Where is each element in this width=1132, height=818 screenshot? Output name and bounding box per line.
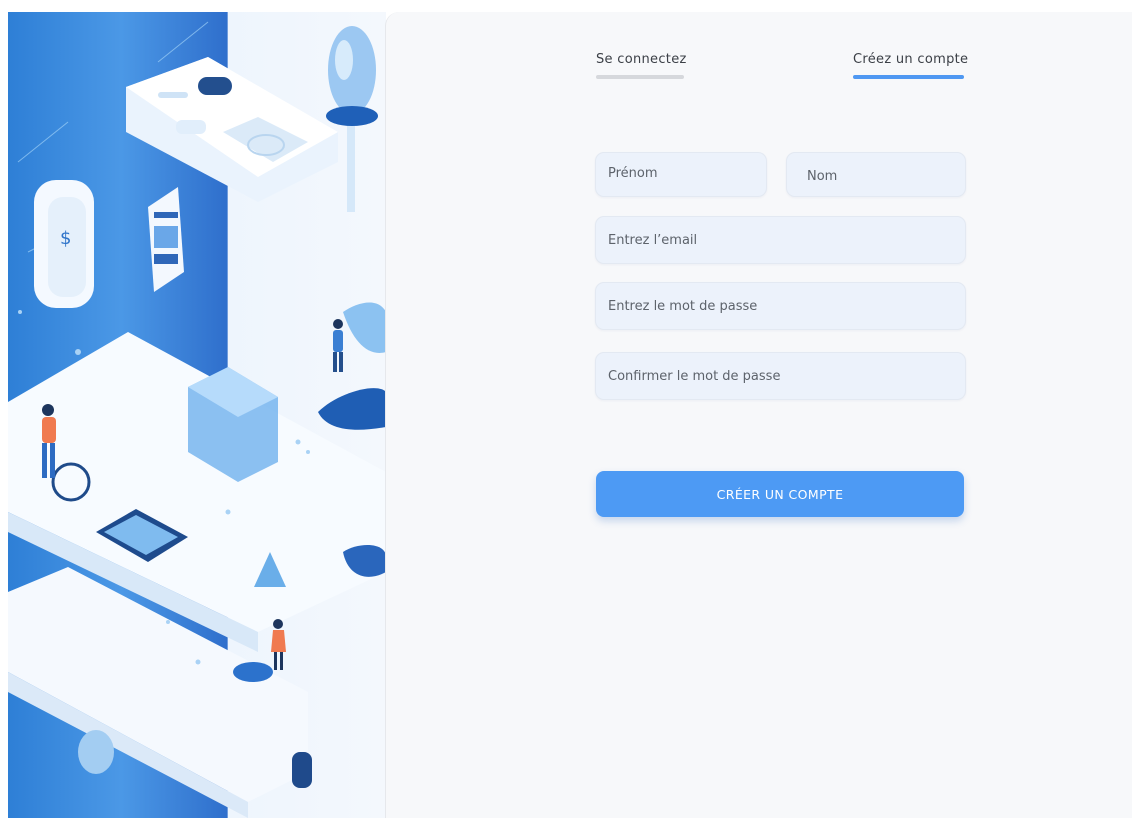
password-field[interactable]: Entrez le mot de passe xyxy=(595,282,966,330)
create-account-button-label: CRÉER UN COMPTE xyxy=(716,486,844,502)
confirm-password-field[interactable]: Confirmer le mot de passe xyxy=(595,352,966,400)
tab-signup-indicator xyxy=(853,75,964,79)
confirm-password-placeholder: Confirmer le mot de passe xyxy=(608,368,781,384)
create-account-button[interactable]: CRÉER UN COMPTE xyxy=(596,471,964,517)
tab-login-label: Se connectez xyxy=(596,52,687,67)
email-placeholder: Entrez l’email xyxy=(608,232,698,248)
hero-illustration: $ xyxy=(8,12,386,818)
tab-login-indicator xyxy=(596,75,684,79)
isometric-office-illustration: $ xyxy=(8,21,386,818)
last-name-field[interactable]: Nom xyxy=(786,152,966,197)
first-name-field[interactable]: Prénom xyxy=(595,152,767,197)
tab-login[interactable]: Se connectez xyxy=(596,52,687,79)
signup-page: $ Se connectez Créez un compte Prénom No… xyxy=(0,0,1132,818)
tab-signup-label: Créez un compte xyxy=(853,52,969,67)
signup-panel: Se connectez Créez un compte Prénom Nom … xyxy=(385,12,1132,818)
password-placeholder: Entrez le mot de passe xyxy=(608,298,758,314)
last-name-placeholder: Nom xyxy=(807,169,838,184)
tab-signup[interactable]: Créez un compte xyxy=(853,52,968,79)
svg-text:$: $ xyxy=(60,228,71,249)
first-name-placeholder: Prénom xyxy=(608,166,658,181)
email-field[interactable]: Entrez l’email xyxy=(595,216,966,264)
